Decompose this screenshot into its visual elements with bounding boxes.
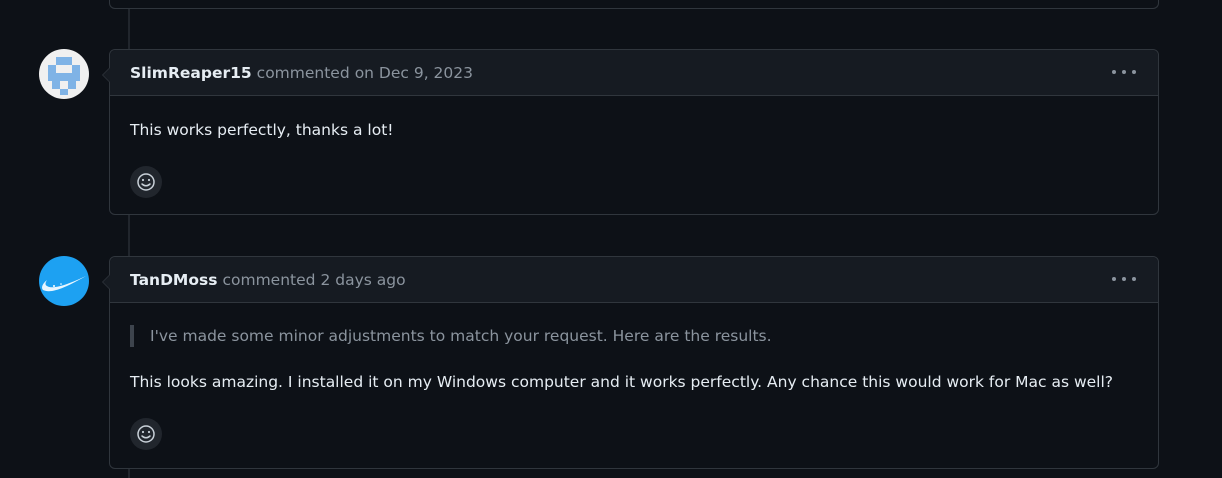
kebab-horizontal-icon[interactable] xyxy=(1112,62,1136,82)
pixel-identicon xyxy=(39,49,89,99)
add-reaction-button[interactable] xyxy=(130,166,162,198)
comment-timestamp[interactable]: 2 days ago xyxy=(320,271,405,289)
comment-text: This works perfectly, thanks a lot! xyxy=(130,121,394,139)
previous-comment-box xyxy=(109,0,1159,9)
block-quote: I've made some minor adjustments to matc… xyxy=(130,325,1138,347)
comment-card: TanDMoss commented 2 days ago I've made … xyxy=(102,256,1159,469)
comment-author[interactable]: SlimReaper15 xyxy=(130,64,252,82)
comment-timestamp[interactable]: on Dec 9, 2023 xyxy=(355,64,473,82)
smiley-icon xyxy=(137,173,155,191)
comment-author[interactable]: TanDMoss xyxy=(130,271,217,289)
comment-body: This works perfectly, thanks a lot! xyxy=(110,96,1158,198)
comment-action: commented xyxy=(222,270,316,289)
add-reaction-button[interactable] xyxy=(130,418,162,450)
comment-header: SlimReaper15 commented on Dec 9, 2023 xyxy=(110,50,1158,96)
issue-timeline: SlimReaper15 commented on Dec 9, 2023 Th… xyxy=(0,0,1222,478)
smiley-icon xyxy=(137,425,155,443)
comment-body: I've made some minor adjustments to matc… xyxy=(110,303,1158,450)
comment-action: commented xyxy=(256,63,350,82)
swoosh-logo xyxy=(39,256,89,306)
avatar[interactable] xyxy=(39,256,89,306)
kebab-horizontal-icon[interactable] xyxy=(1112,269,1136,289)
avatar[interactable] xyxy=(39,49,89,99)
comment-text: This looks amazing. I installed it on my… xyxy=(130,373,1114,391)
comment-header: TanDMoss commented 2 days ago xyxy=(110,257,1158,303)
comment-card: SlimReaper15 commented on Dec 9, 2023 Th… xyxy=(102,49,1159,215)
